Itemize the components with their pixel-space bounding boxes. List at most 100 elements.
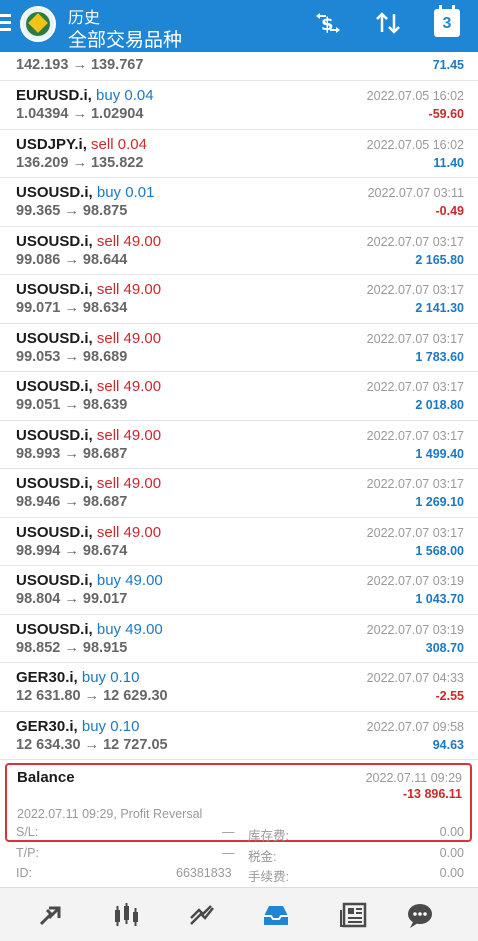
exchange-icon[interactable]: $ <box>313 10 343 42</box>
sl-label: S/L: <box>16 825 39 839</box>
trade-profit: 1 783.60 <box>415 349 464 364</box>
history-row[interactable]: USOUSD.i, buy 49.00 2022.07.07 03:19 98.85… <box>0 615 478 663</box>
trade-time: 2022.07.05 16:02 <box>366 137 464 152</box>
trade-symbol: USOUSD.i, sell 49.00 <box>16 281 161 298</box>
symbol-text: GER30.i, <box>16 717 78 735</box>
trade-time: 2022.07.07 03:17 <box>366 234 464 249</box>
trade-prices: 99.053 → 98.689 <box>16 348 128 365</box>
history-row[interactable]: USOUSD.i, buy 0.01 2022.07.07 03:11 99.365… <box>0 178 478 227</box>
symbol-text: USOUSD.i, <box>16 378 93 395</box>
tax-label: 税金: <box>248 850 277 864</box>
trade-prices: 99.365 → 98.875 <box>16 203 128 219</box>
balance-entry[interactable]: Balance 2022.07.11 09:29 -13 896.11 2022… <box>5 763 472 842</box>
trade-symbol: USOUSD.i, sell 49.00 <box>16 427 161 444</box>
trade-symbol: USDJPY.i, sell 0.04 <box>16 136 147 153</box>
history-row[interactable]: GER30.i, buy 0.10 2022.07.07 09:58 12 634.… <box>0 712 478 760</box>
menu-icon[interactable] <box>0 14 12 36</box>
trade-time: 2022.07.07 03:17 <box>366 380 464 394</box>
trade-prices: 12 634.30 → 12 727.05 <box>16 736 168 753</box>
symbol-text: USOUSD.i, <box>16 426 93 444</box>
trade-symbol: USOUSD.i, sell 49.00 <box>16 475 161 492</box>
news-icon[interactable] <box>336 897 372 933</box>
tax-value: 0.00 <box>439 846 464 860</box>
trade-side: sell 49.00 <box>96 475 162 492</box>
trade-symbol: USOUSD.i, sell 49.00 <box>16 330 161 347</box>
trade-profit: 71.45 <box>432 58 464 72</box>
symbol-text: USOUSD.i, <box>16 475 93 492</box>
history-row[interactable]: USOUSD.i, buy 49.00 2022.07.07 03:19 98.80… <box>0 566 478 615</box>
trade-side: sell 0.04 <box>91 135 147 153</box>
symbol-text: USOUSD.i, <box>16 329 93 347</box>
trade-time: 2022.07.07 03:17 <box>366 428 464 443</box>
trade-side: sell 49.00 <box>96 523 162 541</box>
trade-time: 2022.07.07 03:17 <box>366 331 464 346</box>
history-list: 142.193 → 139.767 71.45 EURUSD.i, buy 0.04… <box>0 52 478 760</box>
trade-time: 2022.07.07 03:11 <box>367 186 464 200</box>
trade-prices: 99.071 → 98.634 <box>16 300 128 316</box>
trade-prices: 12 631.80 → 12 629.30 <box>16 688 168 704</box>
history-row[interactable]: USOUSD.i, sell 49.00 2022.07.07 03:17 98.9… <box>0 469 478 518</box>
tp-value: — <box>222 846 235 860</box>
history-row[interactable]: USOUSD.i, sell 49.00 2022.07.07 03:17 98.9… <box>0 421 478 469</box>
chat-icon[interactable] <box>402 897 438 933</box>
trade-side: buy 0.10 <box>81 717 140 735</box>
balance-comment: 2022.07.11 09:29, Profit Reversal <box>17 807 203 821</box>
trade-time: 2022.07.07 03:17 <box>366 283 464 297</box>
fee-value: 0.00 <box>439 866 464 880</box>
sort-icon[interactable] <box>373 10 403 42</box>
symbol-text: USOUSD.i, <box>16 232 93 250</box>
history-icon[interactable] <box>258 897 294 933</box>
trade-profit: 11.40 <box>433 155 464 170</box>
history-row[interactable]: GER30.i, buy 0.10 2022.07.07 04:33 12 631.… <box>0 663 478 712</box>
chart-icon[interactable] <box>108 897 144 933</box>
bottom-navigation <box>0 887 478 941</box>
trade-prices: 142.193 → 139.767 <box>16 57 144 73</box>
trade-side: buy 0.01 <box>96 184 155 201</box>
history-row[interactable]: USOUSD.i, sell 49.00 2022.07.07 03:17 99.0… <box>0 227 478 275</box>
trade-profit: 1 568.00 <box>415 543 464 558</box>
trade-time: 2022.07.07 09:58 <box>366 719 464 734</box>
trade-profit: 1 043.70 <box>415 592 464 606</box>
history-row[interactable]: USOUSD.i, sell 49.00 2022.07.07 03:17 99.0… <box>0 275 478 324</box>
symbol-text: USOUSD.i, <box>16 620 93 638</box>
trade-time: 2022.07.05 16:02 <box>366 89 464 103</box>
quotes-icon[interactable] <box>32 897 68 933</box>
svg-text:$: $ <box>321 14 334 35</box>
symbol-text: USOUSD.i, <box>16 572 93 589</box>
trade-prices: 98.946 → 98.687 <box>16 494 128 510</box>
history-row[interactable]: USOUSD.i, sell 49.00 2022.07.07 03:17 99.0… <box>0 324 478 372</box>
trade-symbol: USOUSD.i, sell 49.00 <box>16 524 161 541</box>
trade-symbol: USOUSD.i, sell 49.00 <box>16 378 161 395</box>
symbol-text: USOUSD.i, <box>16 523 93 541</box>
history-row[interactable]: USDJPY.i, sell 0.04 2022.07.05 16:02 136.2… <box>0 130 478 178</box>
trade-profit: -2.55 <box>435 689 465 703</box>
history-row[interactable]: USOUSD.i, sell 49.00 2022.07.07 03:17 98.9… <box>0 518 478 566</box>
trade-time: 2022.07.07 03:19 <box>366 574 464 588</box>
history-row[interactable]: EURUSD.i, buy 0.04 2022.07.05 16:02 1.0439… <box>0 81 478 130</box>
id-value: 66381833 <box>176 866 232 880</box>
swap-label: 库存费: <box>248 829 289 843</box>
trade-profit: -0.49 <box>435 204 465 218</box>
trade-profit: 2 165.80 <box>415 252 464 267</box>
trade-prices: 98.804 → 99.017 <box>16 591 128 607</box>
trade-time: 2022.07.07 03:19 <box>366 622 464 637</box>
swap-value: 0.00 <box>439 825 464 839</box>
app-logo <box>20 6 56 42</box>
trade-side: sell 49.00 <box>96 378 162 395</box>
trade-symbol: USOUSD.i, buy 49.00 <box>16 572 163 589</box>
trade-symbol: EURUSD.i, buy 0.04 <box>16 87 154 104</box>
page-title[interactable]: 全部交易品种 <box>68 25 182 52</box>
trade-side: sell 49.00 <box>96 281 162 298</box>
trade-side: buy 49.00 <box>96 572 163 589</box>
trade-prices: 98.994 → 98.674 <box>16 542 128 559</box>
id-label: ID: <box>16 866 32 880</box>
trade-time: 2022.07.07 04:33 <box>366 671 464 685</box>
history-row[interactable]: USOUSD.i, sell 49.00 2022.07.07 03:17 99.0… <box>0 372 478 421</box>
trade-profit: 1 499.40 <box>415 446 464 461</box>
trade-prices: 98.993 → 98.687 <box>16 445 128 462</box>
trade-prices: 99.051 → 98.639 <box>16 397 128 413</box>
calendar-icon[interactable]: 3 <box>434 5 460 37</box>
history-row[interactable]: 142.193 → 139.767 71.45 <box>0 52 478 81</box>
trade-icon[interactable] <box>184 897 220 933</box>
trade-profit: 2 141.30 <box>415 301 464 315</box>
